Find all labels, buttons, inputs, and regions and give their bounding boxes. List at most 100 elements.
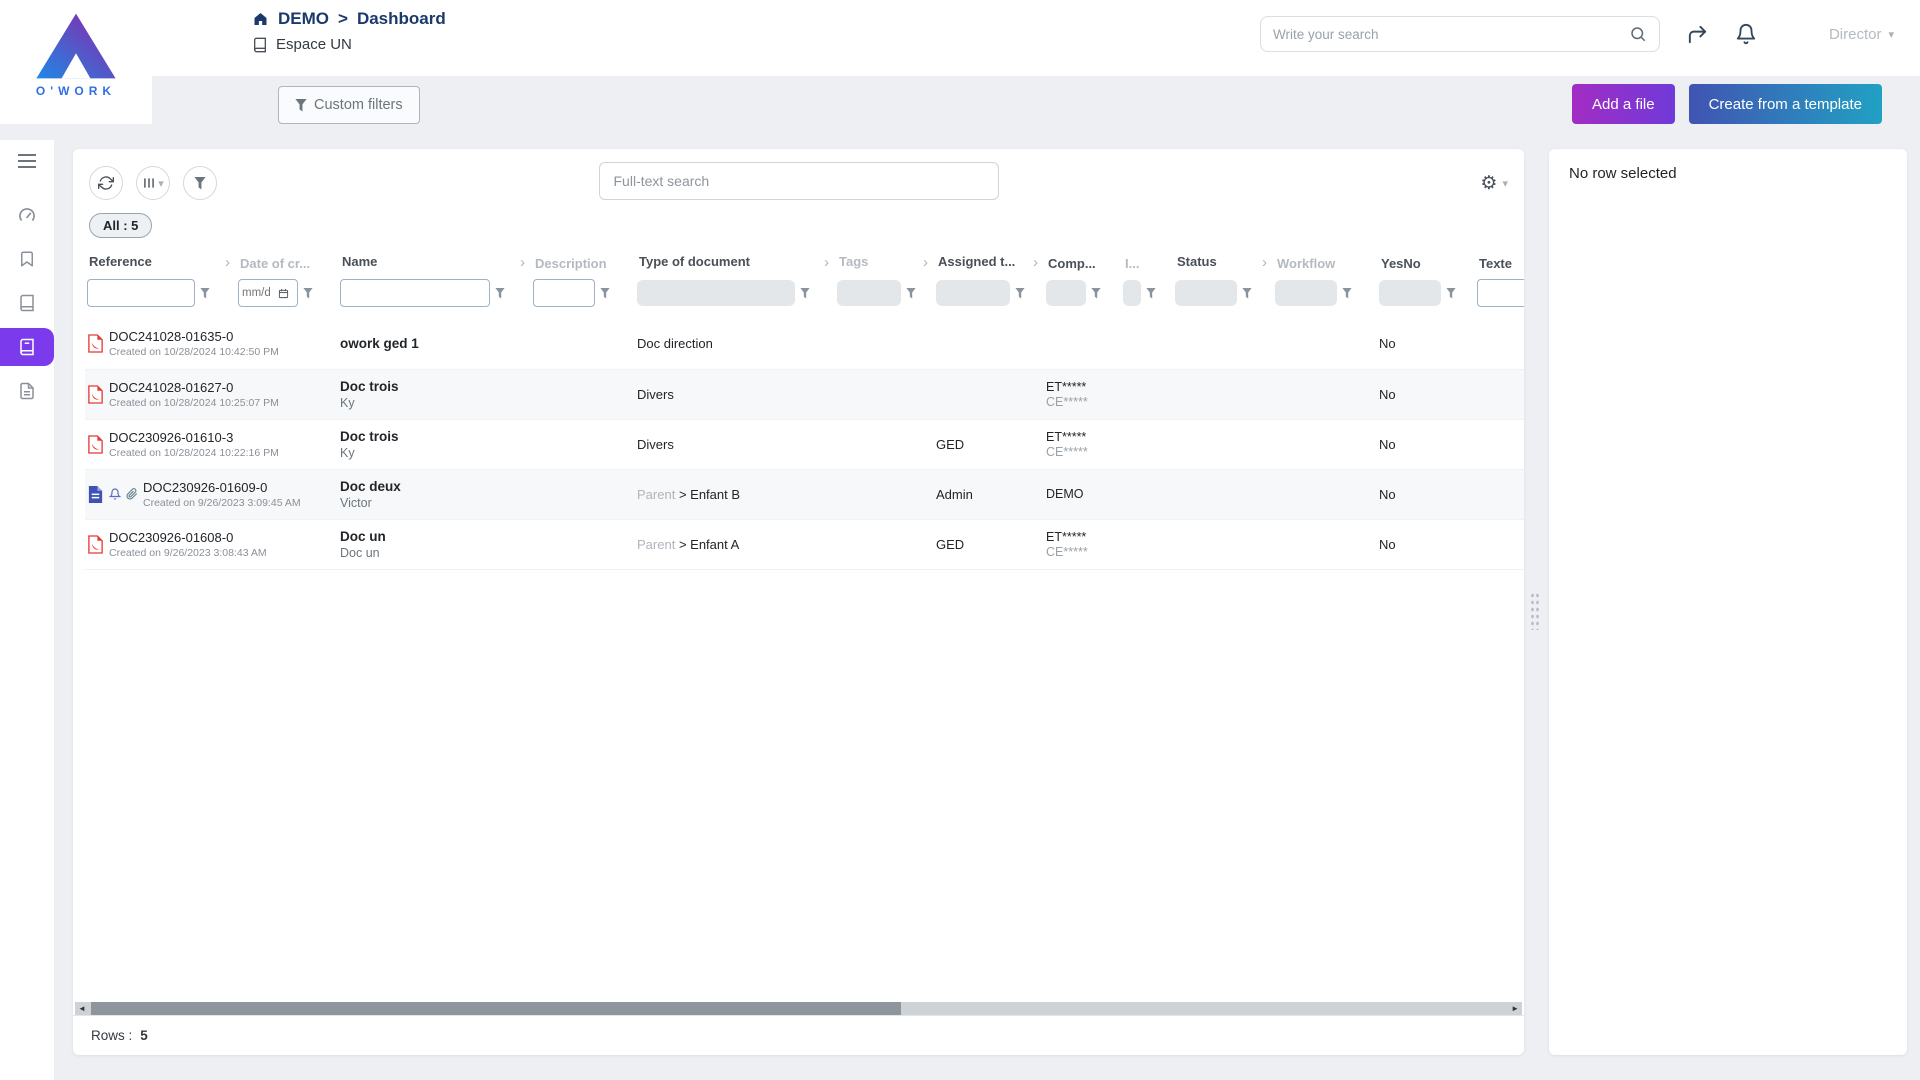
gear-icon: ⚙	[1480, 172, 1497, 195]
filter-funnel-icon[interactable]	[1446, 288, 1456, 299]
column-header-date[interactable]: Date of cr...	[236, 248, 338, 275]
app-logo[interactable]: O'WORK	[0, 0, 152, 124]
cell-company: ET*****CE*****	[1044, 369, 1121, 419]
i-filter-select[interactable]	[1123, 280, 1141, 306]
columns-menu-button[interactable]: ▾	[136, 166, 170, 200]
filter-funnel-icon[interactable]	[1015, 288, 1025, 299]
assigned-filter-select[interactable]	[936, 280, 1010, 306]
breadcrumb-root[interactable]: DEMO	[278, 9, 329, 29]
table-row[interactable]: DOC230926-01610-3 Created on 10/28/2024 …	[85, 419, 1524, 469]
horizontal-scrollbar[interactable]: ◄ ►	[75, 1002, 1522, 1015]
attachment-paperclip-icon	[126, 488, 138, 500]
type-filter-select[interactable]	[637, 280, 795, 306]
column-header-assigned[interactable]: Assigned t...›	[934, 248, 1044, 275]
cell-company	[1044, 319, 1121, 369]
filter-funnel-icon[interactable]	[200, 288, 210, 299]
yesno-value: No	[1379, 487, 1396, 502]
scroll-right-arrow-icon[interactable]: ►	[1508, 1002, 1522, 1015]
column-header-yesno[interactable]: YesNo	[1377, 248, 1475, 275]
share-button[interactable]	[1686, 23, 1709, 46]
cell-texte	[1475, 469, 1524, 519]
workflow-filter-select[interactable]	[1275, 280, 1337, 306]
company-filter-select[interactable]	[1046, 280, 1086, 306]
column-header-type[interactable]: Type of document›	[635, 248, 835, 275]
column-header-texte[interactable]: Texte	[1475, 248, 1524, 275]
column-label: Comp...	[1048, 256, 1096, 271]
sidebar-item-dashboard[interactable]	[4, 196, 50, 234]
gauge-icon	[17, 205, 37, 225]
column-label: Texte	[1479, 256, 1512, 271]
reference-text: DOC230926-01610-3	[109, 430, 279, 445]
description-filter-input[interactable]	[533, 279, 595, 307]
tab-all-count[interactable]: All : 5	[89, 213, 152, 238]
document-subtitle: Doc un	[340, 546, 525, 560]
fulltext-search-input[interactable]	[599, 162, 999, 200]
home-icon[interactable]	[252, 11, 269, 27]
date-filter-input[interactable]	[242, 287, 276, 299]
filter-funnel-icon[interactable]	[1091, 288, 1101, 299]
global-search-input[interactable]	[1273, 27, 1629, 42]
table-row[interactable]: DOC230926-01608-0 Created on 9/26/2023 3…	[85, 519, 1524, 569]
table-row[interactable]: DOC241028-01635-0 Created on 10/28/2024 …	[85, 319, 1524, 369]
grid-settings-button[interactable]: ⚙ ▾	[1480, 172, 1508, 195]
filter-funnel-icon[interactable]	[906, 288, 916, 299]
column-header-description[interactable]: Description	[531, 248, 635, 275]
status-filter-select[interactable]	[1175, 280, 1237, 306]
document-subtitle: Victor	[340, 496, 525, 510]
notifications-button[interactable]	[1735, 23, 1757, 45]
table-row[interactable]: DOC241028-01627-0 Created on 10/28/2024 …	[85, 369, 1524, 419]
filter-funnel-icon[interactable]	[303, 288, 313, 299]
column-header-workflow[interactable]: Workflow	[1273, 248, 1377, 275]
column-header-reference[interactable]: Reference›	[85, 248, 236, 275]
search-icon[interactable]	[1629, 25, 1647, 43]
add-file-button[interactable]: Add a file	[1572, 84, 1675, 124]
filter-funnel-icon[interactable]	[1146, 288, 1156, 299]
cell-assigned: GED	[934, 519, 1044, 569]
reference-filter-input[interactable]	[87, 279, 195, 307]
column-header-tags[interactable]: Tags›	[835, 248, 934, 275]
menu-toggle-button[interactable]	[18, 154, 36, 168]
custom-filters-button[interactable]: Custom filters	[278, 86, 420, 124]
sidebar-item-documents[interactable]	[4, 284, 50, 322]
filter-funnel-icon[interactable]	[600, 288, 610, 299]
scroll-left-arrow-icon[interactable]: ◄	[75, 1002, 89, 1015]
filter-funnel-icon[interactable]	[1242, 288, 1252, 299]
filter-funnel-icon[interactable]	[800, 288, 810, 299]
column-header-name[interactable]: Name›	[338, 248, 531, 275]
column-header-status[interactable]: Status›	[1173, 248, 1273, 275]
name-filter-input[interactable]	[340, 279, 490, 307]
sidebar-item-files[interactable]	[4, 372, 50, 410]
tags-filter-select[interactable]	[837, 280, 901, 306]
refresh-button[interactable]	[89, 166, 123, 200]
panel-resize-handle[interactable]	[1530, 592, 1540, 630]
cell-workflow	[1273, 519, 1377, 569]
calendar-icon[interactable]	[278, 288, 289, 299]
column-header-company[interactable]: Comp...	[1044, 248, 1121, 275]
file-text-icon	[18, 382, 36, 400]
grid-header-row: Reference› Date of cr... Name› Descripti…	[85, 248, 1524, 275]
create-from-template-button[interactable]: Create from a template	[1689, 84, 1882, 124]
column-header-i[interactable]: I...	[1121, 248, 1173, 275]
reference-text: DOC241028-01627-0	[109, 380, 279, 395]
filter-funnel-icon[interactable]	[1342, 288, 1352, 299]
horizontal-scrollbar-thumb[interactable]	[91, 1002, 901, 1015]
sidebar-item-bookmarks[interactable]	[4, 240, 50, 278]
cell-reference: DOC230926-01609-0 Created on 9/26/2023 3…	[85, 469, 236, 519]
user-menu[interactable]: Director ▾	[1829, 26, 1894, 43]
detail-panel: No row selected	[1549, 149, 1907, 1055]
cell-tags	[835, 419, 934, 469]
sidebar-item-ged-active[interactable]	[0, 328, 54, 366]
document-name: Doc un	[340, 529, 525, 544]
yesno-filter-select[interactable]	[1379, 280, 1441, 306]
cell-assigned	[934, 369, 1044, 419]
yesno-value: No	[1379, 537, 1396, 552]
cell-i	[1121, 419, 1173, 469]
texte-filter-input[interactable]	[1477, 279, 1524, 307]
breadcrumb-current[interactable]: Dashboard	[357, 9, 446, 29]
grid-filter-button[interactable]	[183, 166, 217, 200]
document-subtitle: Ky	[340, 396, 525, 410]
yesno-value: No	[1379, 336, 1396, 351]
filter-funnel-icon	[295, 99, 307, 112]
filter-funnel-icon[interactable]	[495, 288, 505, 299]
table-row[interactable]: DOC230926-01609-0 Created on 9/26/2023 3…	[85, 469, 1524, 519]
